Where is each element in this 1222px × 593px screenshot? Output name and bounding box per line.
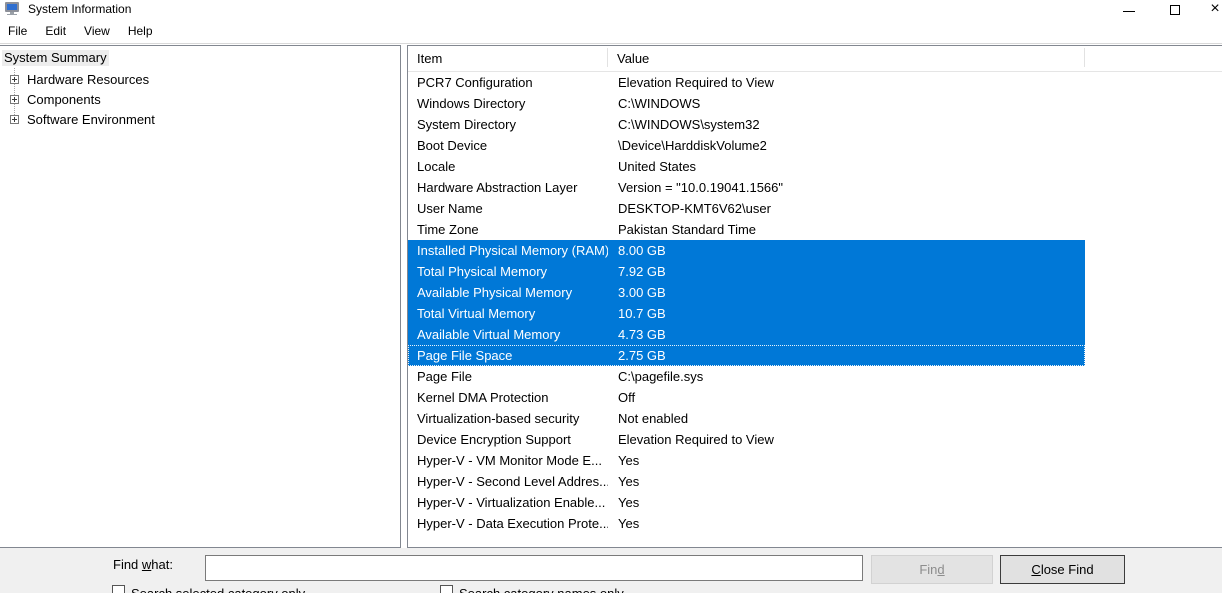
- find-bar: Find what: Find Close Find Search select…: [0, 548, 1222, 593]
- window-title: System Information: [28, 2, 132, 16]
- expand-plus-icon[interactable]: [10, 115, 19, 124]
- details-list-panel: Item Value PCR7 Configuration Elevation R…: [407, 45, 1222, 548]
- table-row[interactable]: Page File C:\pagefile.sys: [408, 366, 1085, 387]
- table-row[interactable]: Virtualization-based security Not enabled: [408, 408, 1085, 429]
- menu-item-view[interactable]: View: [78, 22, 116, 42]
- tree-item-components[interactable]: Components: [0, 90, 400, 110]
- list-header: Item Value: [408, 46, 1222, 72]
- search-selected-category-checkbox[interactable]: [112, 585, 125, 593]
- search-selected-category-label: Search selected category only: [131, 586, 305, 593]
- table-row[interactable]: Boot Device \Device\HarddiskVolume2: [408, 135, 1085, 156]
- table-row[interactable]: Locale United States: [408, 156, 1085, 177]
- find-input[interactable]: [205, 555, 863, 581]
- table-row-selected[interactable]: Total Physical Memory 7.92 GB: [408, 261, 1085, 282]
- expand-plus-icon[interactable]: [10, 95, 19, 104]
- table-row[interactable]: Time Zone Pakistan Standard Time: [408, 219, 1085, 240]
- table-row[interactable]: Kernel DMA Protection Off: [408, 387, 1085, 408]
- column-header-item[interactable]: Item: [417, 51, 442, 66]
- table-row-selected[interactable]: Installed Physical Memory (RAM) 8.00 GB: [408, 240, 1085, 261]
- table-row[interactable]: Hyper-V - Data Execution Prote... Yes: [408, 513, 1085, 534]
- expand-plus-icon[interactable]: [10, 75, 19, 84]
- close-icon: ×: [1210, 0, 1220, 17]
- table-row[interactable]: PCR7 Configuration Elevation Required to …: [408, 72, 1085, 93]
- find-what-label: Find what:: [113, 557, 173, 572]
- tree-item-hardware-resources[interactable]: Hardware Resources: [0, 70, 400, 90]
- table-row-selected-focused[interactable]: Page File Space 2.75 GB: [408, 345, 1085, 366]
- tree-item-system-summary[interactable]: System Summary: [2, 50, 109, 66]
- column-divider[interactable]: [1084, 48, 1085, 67]
- table-row[interactable]: Hyper-V - VM Monitor Mode E... Yes: [408, 450, 1085, 471]
- menu-item-file[interactable]: File: [2, 22, 33, 42]
- find-button[interactable]: Find: [871, 555, 993, 584]
- table-row[interactable]: Device Encryption Support Elevation Requi…: [408, 429, 1085, 450]
- column-divider[interactable]: [607, 48, 608, 67]
- category-tree-panel: System Summary Hardware Resources Compon…: [0, 45, 401, 548]
- maximize-button[interactable]: [1162, 0, 1188, 17]
- menu-item-edit[interactable]: Edit: [39, 22, 72, 42]
- menu-separator: [0, 43, 1222, 44]
- table-row[interactable]: User Name DESKTOP-KMT6V62\user: [408, 198, 1085, 219]
- table-row-selected[interactable]: Available Physical Memory 3.00 GB: [408, 282, 1085, 303]
- table-row-selected[interactable]: Total Virtual Memory 10.7 GB: [408, 303, 1085, 324]
- menu-item-help[interactable]: Help: [122, 22, 159, 42]
- table-row[interactable]: Hyper-V - Virtualization Enable... Yes: [408, 492, 1085, 513]
- system-information-app-icon: [5, 2, 21, 15]
- maximize-icon: [1170, 4, 1180, 15]
- close-find-button[interactable]: Close Find: [1000, 555, 1125, 584]
- column-header-value[interactable]: Value: [617, 51, 649, 66]
- title-bar: System Information ×: [0, 0, 1222, 20]
- minimize-icon: [1123, 11, 1135, 12]
- table-row[interactable]: Hardware Abstraction Layer Version = "10.…: [408, 177, 1085, 198]
- tree-item-software-environment[interactable]: Software Environment: [0, 110, 400, 130]
- table-row[interactable]: Hyper-V - Second Level Addres... Yes: [408, 471, 1085, 492]
- close-button[interactable]: ×: [1202, 0, 1222, 17]
- table-row[interactable]: Windows Directory C:\WINDOWS: [408, 93, 1085, 114]
- search-category-names-checkbox[interactable]: [440, 585, 453, 593]
- search-category-names-label: Search category names only: [459, 586, 624, 593]
- details-rows: PCR7 Configuration Elevation Required to …: [408, 72, 1085, 534]
- table-row[interactable]: System Directory C:\WINDOWS\system32: [408, 114, 1085, 135]
- menu-bar: File Edit View Help: [0, 22, 165, 42]
- table-row-selected[interactable]: Available Virtual Memory 4.73 GB: [408, 324, 1085, 345]
- minimize-button[interactable]: [1116, 0, 1142, 17]
- system-information-window: System Information × File Edit View Help…: [0, 0, 1222, 593]
